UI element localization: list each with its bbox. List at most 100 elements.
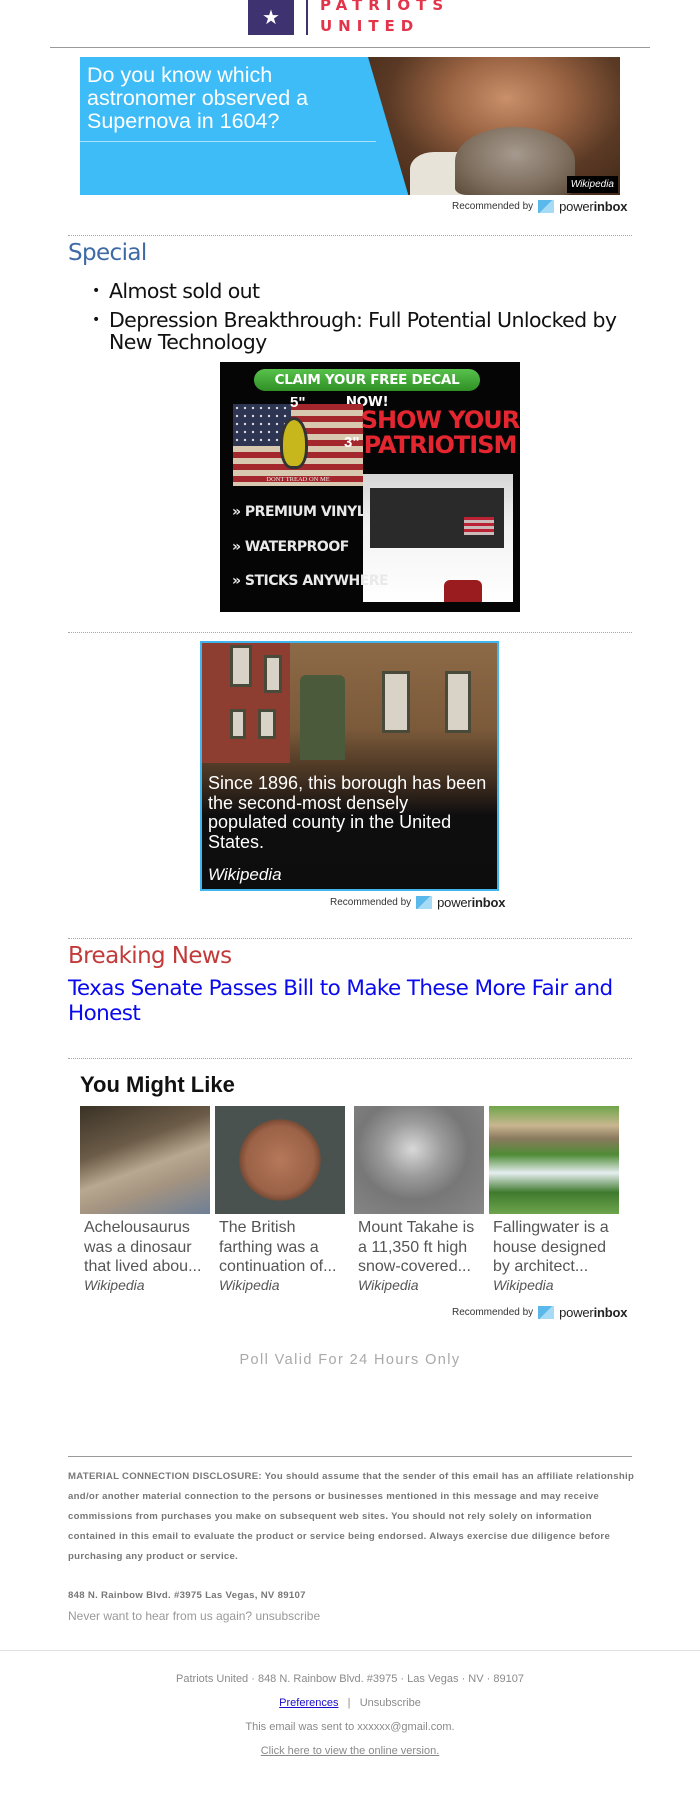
decal-height-label: 3" bbox=[344, 434, 360, 451]
mini-decal bbox=[464, 517, 494, 535]
tile-source: Wikipedia bbox=[493, 1276, 554, 1293]
powerinbox-brand-plain: power bbox=[559, 1305, 594, 1320]
logo-text-line2: UNITED bbox=[320, 17, 420, 35]
decal-feature-label: STICKS ANYWHERE bbox=[244, 573, 389, 589]
powerinbox-brand-bold: inbox bbox=[593, 1305, 628, 1320]
decal-feature: » WATERPROOF bbox=[232, 539, 349, 555]
special-list: Almost sold out Depression Breakthrough:… bbox=[92, 280, 642, 360]
breaking-news-title: Breaking News bbox=[68, 943, 232, 969]
unsubscribe-prompt: Never want to hear from us again? unsubs… bbox=[68, 1609, 320, 1623]
logo-divider bbox=[306, 0, 308, 35]
tile-source: Wikipedia bbox=[219, 1276, 280, 1293]
decal-width-label: 5" bbox=[290, 394, 306, 411]
wiki-promo-card[interactable]: Since 1896, this borough has been the se… bbox=[200, 641, 499, 891]
decal-headline-line2: PATRIOTISM bbox=[363, 431, 518, 459]
fallingwater-image bbox=[489, 1106, 619, 1214]
promo-source-label: Wikipedia bbox=[566, 176, 618, 193]
recommendation-tile[interactable]: Mount Takahe is a 11,350 ft high snow-co… bbox=[354, 1106, 484, 1293]
powerinbox-brand-plain: power bbox=[437, 895, 472, 910]
wiki-card-caption: Since 1896, this borough has been the se… bbox=[208, 773, 487, 852]
recommended-by-powerinbox[interactable]: Recommended by powerinbox bbox=[452, 199, 627, 214]
decal-feature-label: WATERPROOF bbox=[244, 539, 349, 555]
special-section-title: Special bbox=[68, 240, 147, 266]
poll-validity-note: Poll Valid For 24 Hours Only bbox=[239, 1352, 461, 1368]
preferences-link[interactable]: Preferences bbox=[279, 1697, 338, 1709]
powerinbox-brand-bold: inbox bbox=[471, 895, 506, 910]
online-version-wrapper: Click here to view the online version. bbox=[0, 1745, 700, 1757]
special-item-label[interactable]: Depression Breakthrough: Full Potential … bbox=[109, 308, 617, 355]
special-item[interactable]: Almost sold out bbox=[92, 280, 642, 303]
section-divider bbox=[68, 1058, 632, 1059]
section-divider bbox=[68, 632, 632, 633]
truck-taillight bbox=[444, 580, 482, 602]
dinosaur-skull-image bbox=[80, 1106, 210, 1214]
decal-ad[interactable]: CLAIM YOUR FREE DECAL NOW! DONT TREAD ON… bbox=[220, 362, 520, 612]
unsubscribe-prompt-text: Never want to hear from us again? bbox=[68, 1609, 253, 1623]
chevron-right-icon: » bbox=[232, 539, 241, 555]
tile-text: Achelousaurus was a dinosaur that lived … bbox=[84, 1219, 202, 1275]
material-disclosure: MATERIAL CONNECTION DISCLOSURE: You shou… bbox=[68, 1471, 635, 1562]
promo-underline bbox=[80, 141, 376, 142]
window bbox=[230, 645, 252, 687]
star-icon: ★ bbox=[262, 7, 280, 29]
brand-logo[interactable]: ★ PATRIOTS UNITED bbox=[248, 0, 458, 36]
window bbox=[258, 709, 276, 739]
unsubscribe-link[interactable]: unsubscribe bbox=[255, 1609, 320, 1623]
mount-takahe-image bbox=[354, 1106, 484, 1214]
snake-emblem bbox=[280, 417, 308, 469]
sender-address: 848 N. Rainbow Blvd. #3975 Las Vegas, NV… bbox=[68, 1590, 306, 1601]
recommendation-tile[interactable]: Fallingwater is a house designed by arch… bbox=[489, 1106, 619, 1293]
decal-feature: » STICKS ANYWHERE bbox=[232, 573, 389, 589]
logo-text-line1: PATRIOTS bbox=[320, 0, 450, 14]
header-divider bbox=[50, 47, 650, 48]
you-might-like-title: You Might Like bbox=[80, 1072, 235, 1097]
decal-headline-line1: SHOW YOUR bbox=[360, 406, 520, 434]
powerinbox-brand-bold: inbox bbox=[593, 199, 628, 214]
recommended-by-powerinbox[interactable]: Recommended by powerinbox bbox=[452, 1305, 627, 1320]
powerinbox-envelope-icon bbox=[538, 1306, 555, 1319]
breaking-news-headline-link[interactable]: Texas Senate Passes Bill to Make These M… bbox=[68, 976, 628, 1026]
footer-divider bbox=[0, 1650, 700, 1651]
recommended-label: Recommended by bbox=[330, 897, 412, 908]
promo-banner[interactable]: Do you know which astronomer observed a … bbox=[80, 57, 620, 195]
footer-links: Preferences | Unsubscribe bbox=[0, 1697, 700, 1709]
tile-source: Wikipedia bbox=[84, 1276, 145, 1293]
portrait-beard bbox=[455, 127, 575, 195]
promo-question: Do you know which astronomer observed a … bbox=[87, 63, 309, 133]
farthing-coin-image bbox=[215, 1106, 345, 1214]
claim-decal-button[interactable]: CLAIM YOUR FREE DECAL NOW! bbox=[254, 369, 480, 410]
window bbox=[382, 671, 410, 733]
chevron-right-icon: » bbox=[232, 504, 241, 520]
tile-text: Fallingwater is a house designed by arch… bbox=[493, 1219, 609, 1275]
powerinbox-logo: powerinbox bbox=[437, 895, 505, 910]
footer-unsubscribe-link[interactable]: Unsubscribe bbox=[360, 1697, 421, 1709]
section-divider bbox=[68, 938, 632, 939]
powerinbox-brand-plain: power bbox=[559, 199, 594, 214]
flag-motto: DONT TREAD ON ME bbox=[266, 476, 330, 483]
doorway bbox=[300, 675, 345, 760]
chevron-right-icon: » bbox=[232, 573, 241, 589]
powerinbox-logo: powerinbox bbox=[559, 1305, 627, 1320]
disclosure-divider bbox=[68, 1456, 632, 1457]
recommended-label: Recommended by bbox=[452, 1307, 534, 1318]
window bbox=[264, 655, 282, 693]
decal-feature: » PREMIUM VINYL bbox=[232, 504, 366, 520]
section-divider bbox=[68, 235, 632, 236]
powerinbox-envelope-icon bbox=[538, 200, 555, 213]
powerinbox-logo: powerinbox bbox=[559, 199, 627, 214]
view-online-link[interactable]: Click here to view the online version. bbox=[261, 1745, 440, 1757]
powerinbox-envelope-icon bbox=[416, 896, 433, 909]
decal-feature-label: PREMIUM VINYL bbox=[244, 504, 366, 520]
sent-to-notice: This email was sent to xxxxxx@gmail.com. bbox=[245, 1721, 455, 1733]
tile-source: Wikipedia bbox=[358, 1276, 419, 1293]
recommendation-tile[interactable]: Achelousaurus was a dinosaur that lived … bbox=[80, 1106, 210, 1293]
special-item-label[interactable]: Almost sold out bbox=[109, 279, 260, 303]
window bbox=[230, 709, 246, 739]
recommendation-tile[interactable]: The British farthing was a continuation … bbox=[215, 1106, 345, 1293]
footer-separator: | bbox=[347, 1697, 351, 1709]
recommended-by-powerinbox[interactable]: Recommended by powerinbox bbox=[330, 895, 505, 910]
wiki-card-source: Wikipedia bbox=[208, 865, 282, 884]
special-item[interactable]: Depression Breakthrough: Full Potential … bbox=[92, 308, 642, 355]
window bbox=[445, 671, 471, 733]
tile-text: The British farthing was a continuation … bbox=[219, 1219, 337, 1275]
